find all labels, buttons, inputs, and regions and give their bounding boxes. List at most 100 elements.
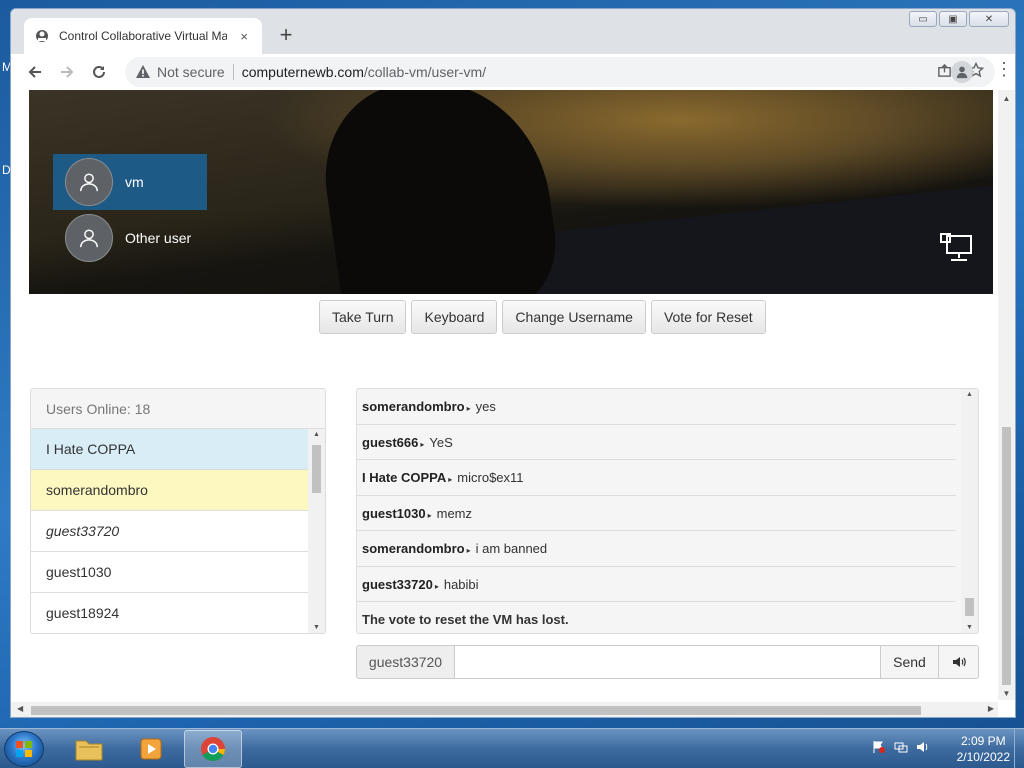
new-tab-button[interactable]: + — [274, 23, 298, 47]
chat-panel: somerandombro ▸ yes guest666 ▸ YeS I Hate CO… — [356, 388, 979, 634]
chat-username: I Hate COPPA — [362, 470, 447, 485]
media-player-icon — [140, 738, 162, 760]
vm-action-buttons: Take Turn Keyboard Change Username Vote … — [319, 300, 766, 334]
tab-close-icon[interactable]: × — [236, 29, 252, 44]
scroll-up-icon[interactable]: ▲ — [308, 431, 325, 438]
url-text[interactable]: computernewb.com/collab-vm/user-vm/ — [242, 64, 935, 80]
page-vertical-scrollbar[interactable]: ▲ ▼ — [998, 90, 1015, 700]
vm-display[interactable]: vm Other user — [29, 90, 993, 294]
taskbar-chrome-button[interactable] — [184, 730, 242, 768]
user-list-item[interactable]: I Hate COPPA — [31, 429, 309, 470]
page-viewport: vm Other user Take Turn Keyboard Change … — [11, 90, 1015, 717]
collabvm-favicon-icon — [34, 28, 50, 44]
reload-button[interactable] — [83, 58, 115, 86]
chat-message: guest666 ▸ YeS — [357, 425, 956, 460]
browser-tab[interactable]: Control Collaborative Virtual Machine × — [24, 18, 262, 54]
chat-scrollbar[interactable]: ▲ ▼ — [961, 389, 978, 633]
chat-text: YeS — [429, 434, 453, 450]
user-list-item[interactable]: guest33720 — [31, 511, 309, 552]
chat-message: somerandombro ▸ yes — [357, 389, 956, 425]
address-bar[interactable]: Not secure computernewb.com/collab-vm/us… — [125, 57, 995, 87]
chat-message-input[interactable] — [455, 645, 881, 679]
scroll-thumb[interactable] — [312, 445, 321, 493]
not-secure-label[interactable]: Not secure — [157, 64, 225, 80]
tab-title: Control Collaborative Virtual Machine — [59, 29, 227, 43]
forward-button[interactable] — [51, 58, 83, 86]
network-icon[interactable] — [939, 233, 973, 263]
chat-separator-icon: ▸ — [420, 439, 425, 449]
scroll-down-icon[interactable]: ▼ — [998, 689, 1015, 698]
close-window-button[interactable]: ✕ — [969, 11, 1009, 27]
chat-input-row: guest33720 Send — [356, 645, 979, 679]
scroll-right-icon[interactable]: ▶ — [988, 704, 994, 713]
sound-toggle-button[interactable] — [939, 645, 979, 679]
user-avatar-icon — [65, 214, 113, 262]
volume-tray-icon[interactable] — [916, 740, 930, 757]
chat-separator-icon: ▸ — [448, 475, 453, 484]
chat-system-message: The vote to reset the VM has lost. — [362, 612, 569, 627]
change-username-button[interactable]: Change Username — [502, 300, 646, 334]
chat-separator-icon: ▸ — [466, 404, 471, 413]
minimize-button[interactable]: ▭ — [909, 11, 937, 27]
vm-login-user-other[interactable]: Other user — [53, 210, 207, 266]
network-tray-icon[interactable] — [894, 740, 908, 757]
chat-username: somerandombro — [362, 541, 465, 556]
chat-username-label: guest33720 — [356, 645, 455, 679]
maximize-button[interactable]: ▣ — [939, 11, 967, 27]
scroll-thumb[interactable] — [31, 706, 921, 715]
taskbar-clock[interactable]: 2:09 PM 2/10/2022 — [957, 733, 1010, 765]
show-desktop-button[interactable] — [1014, 729, 1024, 768]
take-turn-button[interactable]: Take Turn — [319, 300, 407, 334]
scroll-down-icon[interactable]: ▼ — [961, 624, 978, 631]
vote-reset-button[interactable]: Vote for Reset — [650, 300, 766, 334]
windows-logo-icon — [16, 741, 32, 757]
profile-avatar-icon[interactable] — [951, 61, 973, 83]
system-tray — [872, 740, 930, 757]
users-online-header: Users Online: 18 — [31, 389, 325, 429]
vm-login-user-vm[interactable]: vm — [53, 154, 207, 210]
folder-icon — [75, 740, 103, 761]
vm-wallpaper-sea — [499, 182, 993, 294]
page-horizontal-scrollbar[interactable]: ◀ ▶ — [11, 702, 998, 717]
users-online-panel: Users Online: 18 I Hate COPPA somerandom… — [30, 388, 326, 634]
speaker-icon — [952, 657, 966, 667]
keyboard-button[interactable]: Keyboard — [411, 300, 498, 334]
start-button[interactable] — [4, 731, 44, 767]
scroll-left-icon[interactable]: ◀ — [17, 704, 23, 713]
back-arrow-icon — [28, 66, 41, 78]
browser-titlebar: Control Collaborative Virtual Machine × … — [11, 9, 1015, 54]
chat-text: i am banned — [475, 541, 548, 556]
chat-username: guest666 — [362, 434, 419, 450]
taskbar-media-player-button[interactable] — [122, 730, 180, 768]
reload-icon — [93, 65, 105, 78]
scroll-thumb[interactable] — [965, 598, 974, 616]
send-button[interactable]: Send — [881, 645, 939, 679]
chat-text: micro$ex11 — [457, 470, 524, 485]
scroll-up-icon[interactable]: ▲ — [998, 94, 1015, 103]
omnibox-divider — [232, 64, 234, 80]
forward-arrow-icon — [61, 66, 74, 78]
scroll-down-icon[interactable]: ▼ — [308, 624, 325, 631]
chat-message: somerandombro ▸ i am banned — [357, 531, 956, 567]
chat-message: guest1030 ▸ memz — [357, 496, 956, 531]
back-button[interactable] — [19, 58, 51, 86]
chat-username: guest1030 — [362, 505, 426, 521]
user-list-item[interactable]: somerandombro — [31, 470, 309, 511]
login-username: Other user — [125, 230, 192, 246]
scroll-thumb[interactable] — [1002, 427, 1011, 685]
chat-message: I Hate COPPA ▸ micro$ex11 — [357, 460, 956, 496]
warning-icon — [136, 65, 150, 78]
scroll-up-icon[interactable]: ▲ — [961, 391, 978, 398]
browser-toolbar: Not secure computernewb.com/collab-vm/us… — [11, 54, 1015, 90]
chat-separator-icon: ▸ — [466, 546, 471, 555]
chat-message: guest33720 ▸ habibi — [357, 567, 956, 602]
action-center-flag-icon[interactable] — [872, 740, 886, 757]
user-list-item[interactable]: guest18924 — [31, 593, 309, 633]
chrome-menu-icon[interactable]: ⋮ — [995, 59, 1013, 80]
chat-separator-icon: ▸ — [427, 510, 432, 520]
taskbar-explorer-button[interactable] — [60, 730, 118, 768]
users-list[interactable]: I Hate COPPA somerandombro guest33720 gu… — [31, 429, 309, 633]
url-host: computernewb.com — [241, 64, 364, 80]
users-scrollbar[interactable]: ▲ ▼ — [308, 429, 325, 633]
user-list-item[interactable]: guest1030 — [31, 552, 309, 593]
